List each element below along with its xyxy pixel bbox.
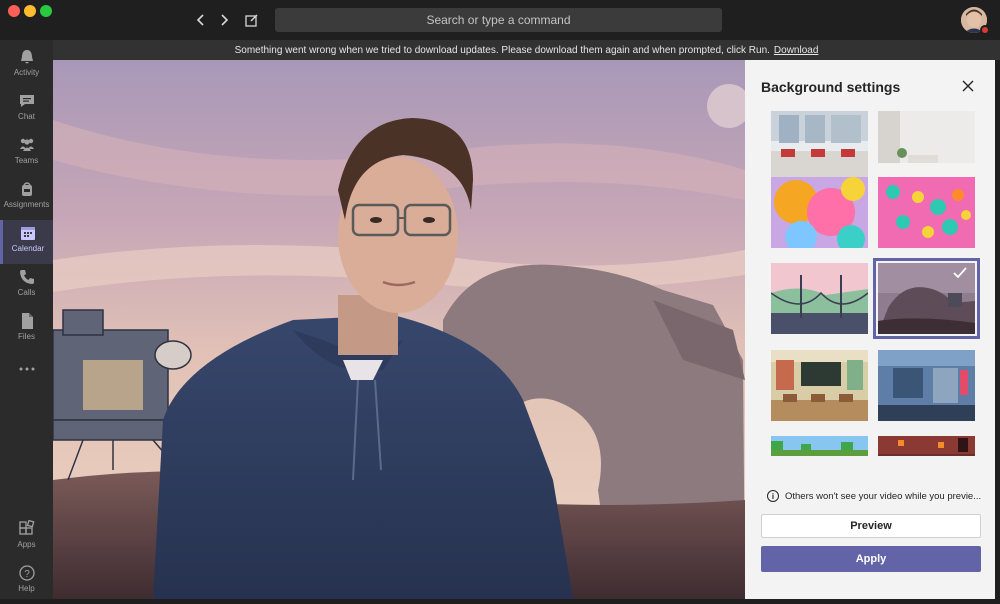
app-rail: Activity Chat Teams Assignments Calendar… <box>0 40 53 599</box>
preview-info-text: Others won't see your video while you pr… <box>785 490 982 502</box>
rail-item-label: Calendar <box>11 244 45 253</box>
rail-item-teams[interactable]: Teams <box>0 132 53 176</box>
bell-icon <box>20 50 33 64</box>
preview-button[interactable]: Preview <box>761 514 981 538</box>
chat-icon <box>19 95 34 107</box>
file-icon <box>21 313 33 329</box>
panel-title: Background settings <box>761 79 901 95</box>
compose-icon[interactable] <box>241 9 263 31</box>
video-preview <box>53 60 745 599</box>
rail-item-label: Chat <box>18 112 35 121</box>
minimize-window-button[interactable] <box>24 5 36 17</box>
rail-item-label: Teams <box>14 156 39 165</box>
rail-item-more[interactable] <box>0 356 53 400</box>
window-edge <box>995 60 1000 599</box>
rail-item-label: Calls <box>17 288 36 297</box>
help-icon: ? <box>18 565 35 581</box>
background-thumbnail-space-landscape[interactable] <box>873 258 980 339</box>
apply-button[interactable]: Apply <box>761 546 981 572</box>
rail-item-activity[interactable]: Activity <box>0 44 53 88</box>
backpack-icon <box>21 182 32 196</box>
background-thumbnail-balls-pink[interactable] <box>878 177 975 248</box>
teams-icon <box>19 138 34 151</box>
rail-item-apps[interactable]: Apps <box>0 516 53 560</box>
background-thumbnail-bridge[interactable] <box>771 263 868 334</box>
forward-icon[interactable] <box>213 9 235 31</box>
background-thumbnail-scifi-room[interactable] <box>878 350 975 421</box>
selected-check-icon <box>953 267 967 279</box>
rail-item-label: Files <box>18 332 35 341</box>
preview-info: i Others won't see your video while you … <box>767 490 981 502</box>
download-link[interactable]: Download <box>774 45 818 56</box>
rail-item-label: Assignments <box>3 200 50 209</box>
maximize-window-button[interactable] <box>40 5 52 17</box>
phone-icon <box>19 270 34 284</box>
more-icon <box>19 367 34 371</box>
background-thumbnail-balloons-3d[interactable] <box>771 177 868 248</box>
svg-text:?: ? <box>24 569 30 580</box>
video-feed <box>53 60 745 599</box>
rail-item-label: Apps <box>17 540 36 549</box>
background-settings-panel: Background settings i Others won't see y… <box>745 60 995 599</box>
rail-item-files[interactable]: Files <box>0 308 53 352</box>
back-icon[interactable] <box>190 9 212 31</box>
rail-item-calls[interactable]: Calls <box>0 264 53 308</box>
search-input[interactable]: Search or type a command <box>275 8 722 32</box>
background-thumbnail-office[interactable] <box>771 111 868 182</box>
close-icon[interactable] <box>959 77 977 95</box>
banner-message: Something went wrong when we tried to do… <box>234 44 770 56</box>
background-thumbnail-white-room[interactable] <box>878 111 975 182</box>
rail-item-label: Activity <box>13 68 40 77</box>
background-thumbnail-minecraft-nether[interactable] <box>878 436 975 456</box>
background-thumbnail-classroom[interactable] <box>771 350 868 421</box>
info-icon: i <box>767 490 779 502</box>
calendar-icon <box>21 227 35 240</box>
rail-item-chat[interactable]: Chat <box>0 88 53 132</box>
close-window-button[interactable] <box>8 5 20 17</box>
background-thumbnail-minecraft-green[interactable] <box>771 436 868 456</box>
status-badge <box>980 25 990 35</box>
update-error-banner: Something went wrong when we tried to do… <box>53 40 1000 60</box>
rail-item-label: Help <box>18 584 35 593</box>
rail-item-calendar[interactable]: Calendar <box>0 220 53 264</box>
rail-item-assignments[interactable]: Assignments <box>0 176 53 220</box>
title-bar: Search or type a command <box>0 0 1000 40</box>
background-gallery <box>745 108 995 456</box>
apps-icon <box>18 520 34 535</box>
rail-item-help[interactable]: ? Help <box>0 560 53 604</box>
